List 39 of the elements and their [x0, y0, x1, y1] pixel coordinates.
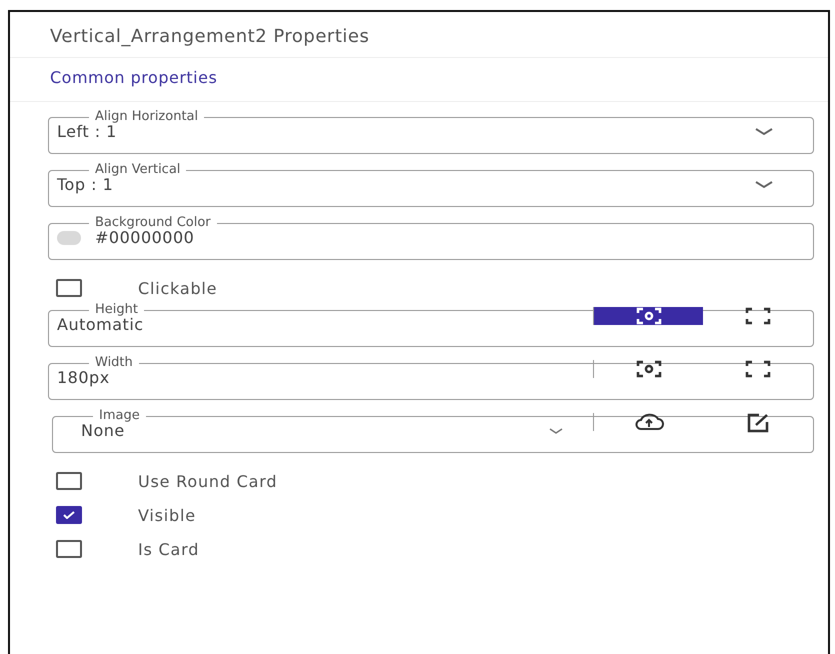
field-label: Image [98, 411, 141, 421]
expand-icon [745, 360, 771, 378]
cloud-upload-icon [632, 413, 664, 431]
chevron-down-icon [755, 128, 773, 136]
section-heading: Common properties [10, 58, 828, 102]
chevron-down-icon [755, 180, 773, 188]
chevron-down-icon [549, 428, 563, 434]
field-label: Align Horizontal [94, 112, 200, 122]
size-mode-button[interactable] [593, 307, 703, 325]
expand-icon [745, 307, 771, 325]
checkbox-label: Clickable [138, 278, 218, 298]
field-label: Width [94, 358, 134, 368]
field-label: Align Vertical [94, 165, 182, 175]
select-field[interactable]: Align Vertical Top : 1 [48, 165, 814, 207]
field-value: 180px [56, 368, 111, 387]
edit-icon [747, 413, 769, 433]
checkbox[interactable] [56, 540, 82, 558]
check-icon [62, 511, 76, 519]
checkbox[interactable] [56, 472, 82, 490]
field-value: None [80, 421, 125, 440]
checkbox-label: Use Round Card [138, 472, 278, 490]
field-value: #00000000 [95, 228, 196, 247]
focus-icon [636, 307, 662, 325]
checkbox[interactable] [56, 506, 82, 524]
field-value: Automatic [56, 315, 145, 334]
field-value: Left : 1 [56, 122, 117, 141]
field-label: Height [94, 305, 139, 315]
image-field[interactable]: Image None [52, 411, 814, 453]
select-field[interactable]: Align Horizontal Left : 1 [48, 112, 814, 154]
size-field[interactable]: Height Automatic [48, 305, 814, 347]
panel-title: Vertical_Arrangement2 Properties [10, 12, 828, 58]
field-label: Background Color [94, 218, 212, 228]
checkbox[interactable] [56, 279, 82, 297]
field-value: Top : 1 [56, 175, 114, 194]
size-field[interactable]: Width 180px [48, 358, 814, 400]
checkbox-label: Is Card [138, 540, 200, 558]
color-field[interactable]: Background Color #00000000 [48, 218, 814, 260]
focus-icon [636, 360, 662, 378]
checkbox-label: Visible [138, 506, 196, 524]
